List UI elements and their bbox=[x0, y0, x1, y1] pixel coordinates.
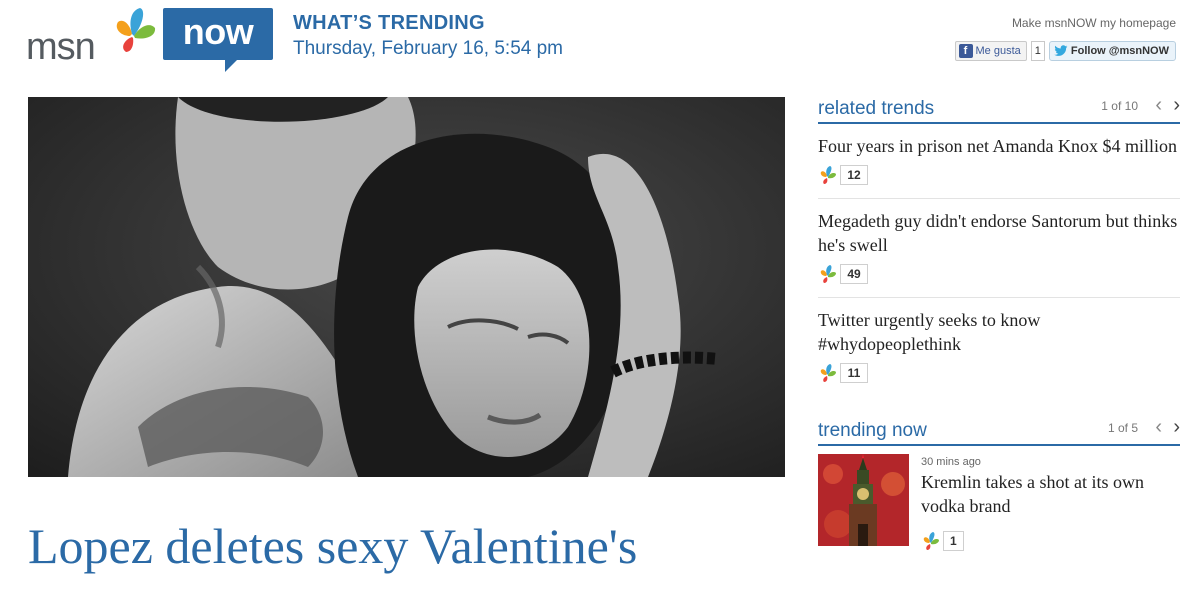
facebook-like-button[interactable]: f Me gusta bbox=[954, 41, 1027, 61]
msn-now-logo[interactable]: msn now bbox=[26, 6, 276, 76]
now-badge: now bbox=[163, 8, 273, 60]
buzz-count: 11 bbox=[840, 363, 868, 383]
related-trends-header: related trends 1 of 10 ‹ › bbox=[818, 94, 1180, 124]
trending-timestamp: 30 mins ago bbox=[921, 456, 981, 468]
msn-butterfly-icon bbox=[116, 8, 156, 52]
related-trend-item[interactable]: Twitter urgently seeks to know #whydopeo… bbox=[818, 298, 1180, 396]
buzz-badge: 12 bbox=[818, 164, 1180, 186]
related-trend-title[interactable]: Twitter urgently seeks to know #whydopeo… bbox=[818, 308, 1180, 356]
buzz-badge: 49 bbox=[818, 263, 1180, 285]
buzz-badge: 1 bbox=[921, 530, 964, 552]
make-homepage-link[interactable]: Make msnNOW my homepage bbox=[1012, 16, 1176, 30]
twitter-bird-icon bbox=[1054, 45, 1068, 56]
related-trend-item[interactable]: Megadeth guy didn't endorse Santorum but… bbox=[818, 199, 1180, 298]
msn-butterfly-icon bbox=[923, 532, 939, 550]
social-buttons: f Me gusta 1 Follow @msnNOW bbox=[954, 40, 1176, 62]
dateline: Thursday, February 16, 5:54 pm bbox=[293, 38, 563, 59]
buzz-badge: 11 bbox=[818, 362, 1180, 384]
chevron-left-icon[interactable]: ‹ bbox=[1155, 94, 1162, 116]
related-trends-title: related trends bbox=[818, 98, 935, 119]
facebook-like-label: Me gusta bbox=[975, 45, 1021, 57]
buzz-count: 1 bbox=[943, 531, 964, 551]
related-trends-pager: 1 of 10 bbox=[1101, 99, 1138, 113]
msn-butterfly-icon bbox=[820, 265, 836, 283]
chevron-right-icon[interactable]: › bbox=[1173, 94, 1180, 116]
trending-thumbnail[interactable] bbox=[818, 454, 909, 546]
trending-now-title: trending now bbox=[818, 420, 927, 441]
msn-butterfly-icon bbox=[820, 166, 836, 184]
trending-title[interactable]: Kremlin takes a shot at its own vodka br… bbox=[921, 470, 1171, 518]
kremlin-tower-image bbox=[818, 454, 909, 546]
trending-item[interactable]: 30 mins ago Kremlin takes a shot at its … bbox=[818, 454, 1180, 552]
section-title: WHAT’S TRENDING bbox=[293, 12, 485, 34]
buzz-count: 49 bbox=[840, 264, 868, 284]
related-trend-item[interactable]: Four years in prison net Amanda Knox $4 … bbox=[818, 124, 1180, 199]
facebook-icon: f bbox=[958, 44, 973, 58]
msn-wordmark: msn bbox=[26, 26, 96, 68]
trending-now-header: trending now 1 of 5 ‹ › bbox=[818, 416, 1180, 446]
header-text: WHAT’S TRENDING Thursday, February 16, 5… bbox=[293, 12, 563, 62]
chevron-right-icon[interactable]: › bbox=[1173, 416, 1180, 438]
facebook-like-count: 1 bbox=[1030, 41, 1045, 61]
twitter-follow-label: Follow @msnNOW bbox=[1070, 45, 1169, 57]
twitter-follow-button[interactable]: Follow @msnNOW bbox=[1048, 41, 1176, 61]
hero-photo[interactable] bbox=[28, 97, 785, 477]
buzz-count: 12 bbox=[840, 165, 868, 185]
right-rail: related trends 1 of 10 ‹ › Four years in… bbox=[818, 94, 1180, 552]
now-badge-tail bbox=[225, 60, 237, 72]
msn-butterfly-icon bbox=[820, 364, 836, 382]
hero-photo-art bbox=[28, 97, 785, 477]
chevron-left-icon[interactable]: ‹ bbox=[1155, 416, 1162, 438]
related-trend-title[interactable]: Four years in prison net Amanda Knox $4 … bbox=[818, 134, 1180, 158]
article-headline[interactable]: Lopez deletes sexy Valentine's bbox=[28, 516, 637, 576]
related-trend-title[interactable]: Megadeth guy didn't endorse Santorum but… bbox=[818, 209, 1180, 257]
trending-now-pager: 1 of 5 bbox=[1107, 421, 1138, 435]
